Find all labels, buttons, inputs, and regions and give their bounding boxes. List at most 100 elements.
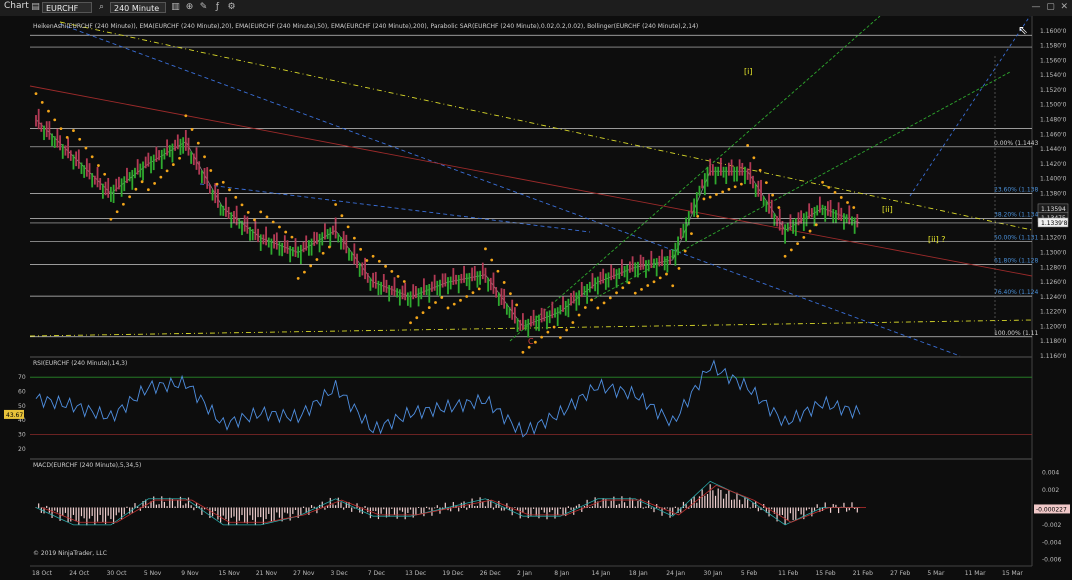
macd-histogram-bar (725, 493, 727, 508)
macd-histogram-bar (645, 506, 647, 508)
macd-histogram-bar (300, 507, 302, 516)
macd-histogram-bar (246, 507, 248, 524)
sar-dot (696, 214, 700, 218)
candle (369, 277, 372, 291)
date-axis-label: 24 Oct (69, 570, 90, 577)
macd-histogram-bar (286, 507, 289, 514)
candle (481, 262, 484, 280)
macd-histogram-bar (72, 507, 75, 515)
date-axis-label: 11 Mar (965, 570, 986, 577)
properties-icon[interactable]: ⚙ (226, 2, 237, 13)
menu-icon[interactable]: ▤ (30, 2, 41, 13)
candle (56, 128, 59, 148)
sar-dot (733, 185, 737, 189)
date-axis-label: 15 Feb (815, 570, 835, 577)
candle (316, 232, 318, 245)
macd-histogram-bar (396, 507, 398, 519)
candle (586, 283, 589, 304)
candle (765, 200, 768, 212)
candle (150, 156, 152, 174)
macd-histogram-bar (468, 504, 471, 508)
sar-dot (315, 258, 319, 261)
candle (203, 167, 206, 185)
date-axis-label: 9 Nov (181, 570, 199, 577)
instrument-selector[interactable]: EURCHF (42, 2, 92, 13)
macd-histogram-bar (602, 498, 604, 508)
date-axis-label: 18 Jan (629, 570, 648, 577)
macd-histogram-bar (230, 507, 232, 518)
macd-histogram-bar (335, 505, 337, 508)
candle (543, 308, 546, 322)
macd-histogram-bar (733, 499, 735, 508)
date-axis-label: 21 Feb (853, 570, 873, 577)
candle (423, 278, 425, 295)
fib-level-label: 38.20% (1.134 (994, 212, 1038, 219)
candle (374, 271, 377, 289)
macd-axis-label: -0.002 (1042, 522, 1062, 529)
sar-dot (440, 296, 444, 299)
price-axis-label: 1.1540'0 (1040, 72, 1067, 79)
interval-selector[interactable]: 240 Minute (110, 2, 166, 13)
macd-histogram-bar (549, 507, 551, 513)
macd-histogram-bar (343, 507, 345, 510)
fib-level-label: 100.00% (1.11 (994, 330, 1038, 337)
macd-histogram-bar (781, 507, 784, 516)
candle (88, 163, 91, 180)
candle (37, 108, 40, 130)
sar-dot (627, 281, 631, 285)
sar-dot (115, 210, 119, 214)
sar-dot (171, 163, 175, 166)
macd-histogram-bar (201, 507, 203, 515)
macd-histogram-bar (244, 507, 246, 523)
candle (350, 251, 353, 261)
candle (602, 268, 605, 284)
candle (776, 216, 778, 227)
macd-histogram-bar (466, 507, 468, 510)
chart-canvas[interactable]: 0.00% (1.1443 23.60% (1.138 38.20% (1.134 5… (0, 16, 1072, 580)
price-axis[interactable]: 1.1600'0 1.1580'0 1.1560'0 1.1540'0 1.1520'0… (1040, 28, 1067, 360)
candle (711, 164, 714, 176)
sar-dot (658, 276, 662, 280)
sar-dot (259, 210, 263, 214)
date-axis-label: 8 Jan (554, 570, 569, 577)
bar-type-icon[interactable]: ▥ (170, 2, 181, 13)
zoom-icon[interactable]: ⊕ (184, 2, 195, 13)
macd-histogram-bar (241, 507, 243, 516)
macd-histogram-bar (257, 507, 259, 518)
macd-histogram-bar (492, 507, 495, 510)
draw-tool-icon[interactable]: ✎ (198, 2, 209, 13)
sar-dot (78, 137, 82, 141)
macd-histogram-bar (685, 504, 687, 508)
sar-dot (721, 190, 725, 194)
macd-histogram-bar (666, 507, 668, 509)
sar-dot (789, 248, 793, 252)
candle (118, 176, 120, 190)
macd-histogram-bar (800, 507, 802, 515)
candle (572, 290, 575, 304)
candle (829, 199, 832, 217)
macd-histogram-bar (634, 506, 636, 508)
window-controls[interactable]: — ▢ ✕ (1032, 2, 1069, 12)
candle (342, 231, 345, 250)
candle (230, 212, 233, 228)
sar-dot (53, 118, 57, 122)
candle (259, 234, 262, 251)
sar-dot (34, 92, 38, 96)
macd-histogram-bar (533, 507, 535, 509)
macd-histogram-bar (672, 507, 674, 516)
candle (642, 256, 645, 270)
sar-dot (465, 295, 469, 298)
indicators-icon[interactable]: ƒ (212, 2, 223, 13)
candle (134, 167, 136, 179)
chart-window: Chart ▤ EURCHF ⌕ 240 Minute ▥ ⊕ ✎ ƒ ⚙ — … (0, 0, 1072, 580)
macd-histogram-bar (380, 507, 382, 514)
candle (270, 238, 273, 255)
sar-dot (452, 302, 456, 306)
macd-histogram-bar (364, 506, 366, 508)
search-icon[interactable]: ⌕ (96, 2, 107, 13)
candle (144, 156, 147, 169)
candle (83, 165, 86, 178)
sar-dot (540, 335, 544, 339)
candle (179, 138, 182, 155)
sar-dot (221, 180, 225, 184)
